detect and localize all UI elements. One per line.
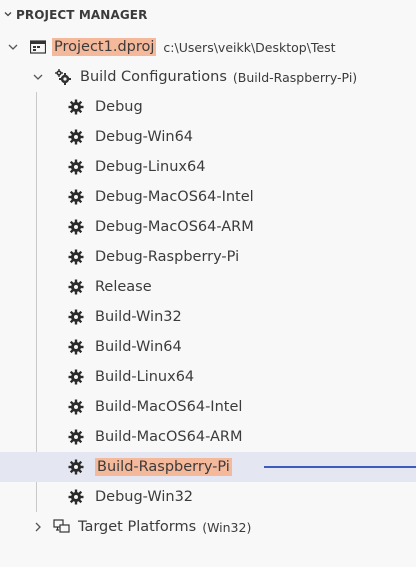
- configuration-item[interactable]: Build-Win64: [0, 332, 416, 362]
- configuration-item[interactable]: Build-Linux64: [0, 362, 416, 392]
- panel-title: PROJECT MANAGER: [16, 8, 148, 22]
- gear-icon: [66, 277, 86, 297]
- configuration-item[interactable]: Debug-Raspberry-Pi: [0, 242, 416, 272]
- gear-icon: [66, 337, 86, 357]
- configuration-label: Build-MacOS64-Intel: [95, 399, 243, 415]
- configuration-item[interactable]: Build-Win32: [0, 302, 416, 332]
- target-platforms-row[interactable]: Target Platforms (Win32): [0, 512, 416, 542]
- gear-icon: [66, 397, 86, 417]
- configuration-label: Debug-Linux64: [95, 159, 206, 175]
- target-platforms-label: Target Platforms: [78, 519, 197, 535]
- active-configuration: (Build-Raspberry-Pi): [232, 69, 358, 85]
- gear-icon: [66, 427, 86, 447]
- gear-icon: [66, 187, 86, 207]
- gear-icon: [66, 487, 86, 507]
- chevron-down-icon: [1, 9, 15, 22]
- configuration-item[interactable]: Debug-Win32: [0, 482, 416, 512]
- gear-icon: [66, 307, 86, 327]
- platforms-icon: [53, 519, 71, 535]
- configuration-label: Build-Linux64: [95, 369, 195, 385]
- chevron-down-icon[interactable]: [5, 39, 21, 55]
- annotation-line: [264, 466, 416, 468]
- configuration-label: Debug-Raspberry-Pi: [95, 249, 240, 265]
- configuration-item[interactable]: Debug-MacOS64-Intel: [0, 182, 416, 212]
- project-path: c:\Users\veikk\Desktop\Test: [163, 39, 336, 55]
- project-icon: [30, 40, 46, 54]
- active-platform: (Win32): [202, 519, 252, 535]
- gear-icon: [66, 217, 86, 237]
- gears-icon: [54, 68, 72, 86]
- gear-icon: [66, 457, 86, 477]
- configuration-item[interactable]: Debug: [0, 92, 416, 122]
- gear-icon: [66, 127, 86, 147]
- gear-icon: [66, 97, 86, 117]
- configuration-label: Debug-Win64: [95, 129, 194, 145]
- project-name[interactable]: Project1.dproj: [52, 38, 157, 56]
- build-configurations-row[interactable]: Build Configurations (Build-Raspberry-Pi…: [0, 62, 416, 92]
- project-row[interactable]: Project1.dproj c:\Users\veikk\Desktop\Te…: [0, 32, 416, 62]
- configuration-item[interactable]: Release: [0, 272, 416, 302]
- configuration-item[interactable]: Debug-Win64: [0, 122, 416, 152]
- configuration-label: Release: [95, 279, 152, 295]
- configuration-item[interactable]: Build-MacOS64-ARM: [0, 422, 416, 452]
- configuration-label: Debug-MacOS64-ARM: [95, 219, 254, 235]
- configuration-label: Build-Raspberry-Pi: [95, 458, 232, 476]
- chevron-right-icon[interactable]: [30, 519, 46, 535]
- gear-icon: [66, 247, 86, 267]
- configuration-item[interactable]: Build-MacOS64-Intel: [0, 392, 416, 422]
- configuration-item[interactable]: Debug-MacOS64-ARM: [0, 212, 416, 242]
- configuration-label: Build-Win32: [95, 309, 182, 325]
- gear-icon: [66, 157, 86, 177]
- configuration-label: Debug-Win32: [95, 489, 194, 505]
- configuration-item[interactable]: Debug-Linux64: [0, 152, 416, 182]
- configuration-label: Debug-MacOS64-Intel: [95, 189, 254, 205]
- configuration-label: Debug: [95, 99, 143, 115]
- gear-icon: [66, 367, 86, 387]
- project-manager-header[interactable]: PROJECT MANAGER: [0, 0, 416, 30]
- configuration-label: Build-Win64: [95, 339, 182, 355]
- chevron-down-icon[interactable]: [30, 69, 46, 85]
- configuration-label: Build-MacOS64-ARM: [95, 429, 243, 445]
- build-configurations-label: Build Configurations: [80, 69, 227, 85]
